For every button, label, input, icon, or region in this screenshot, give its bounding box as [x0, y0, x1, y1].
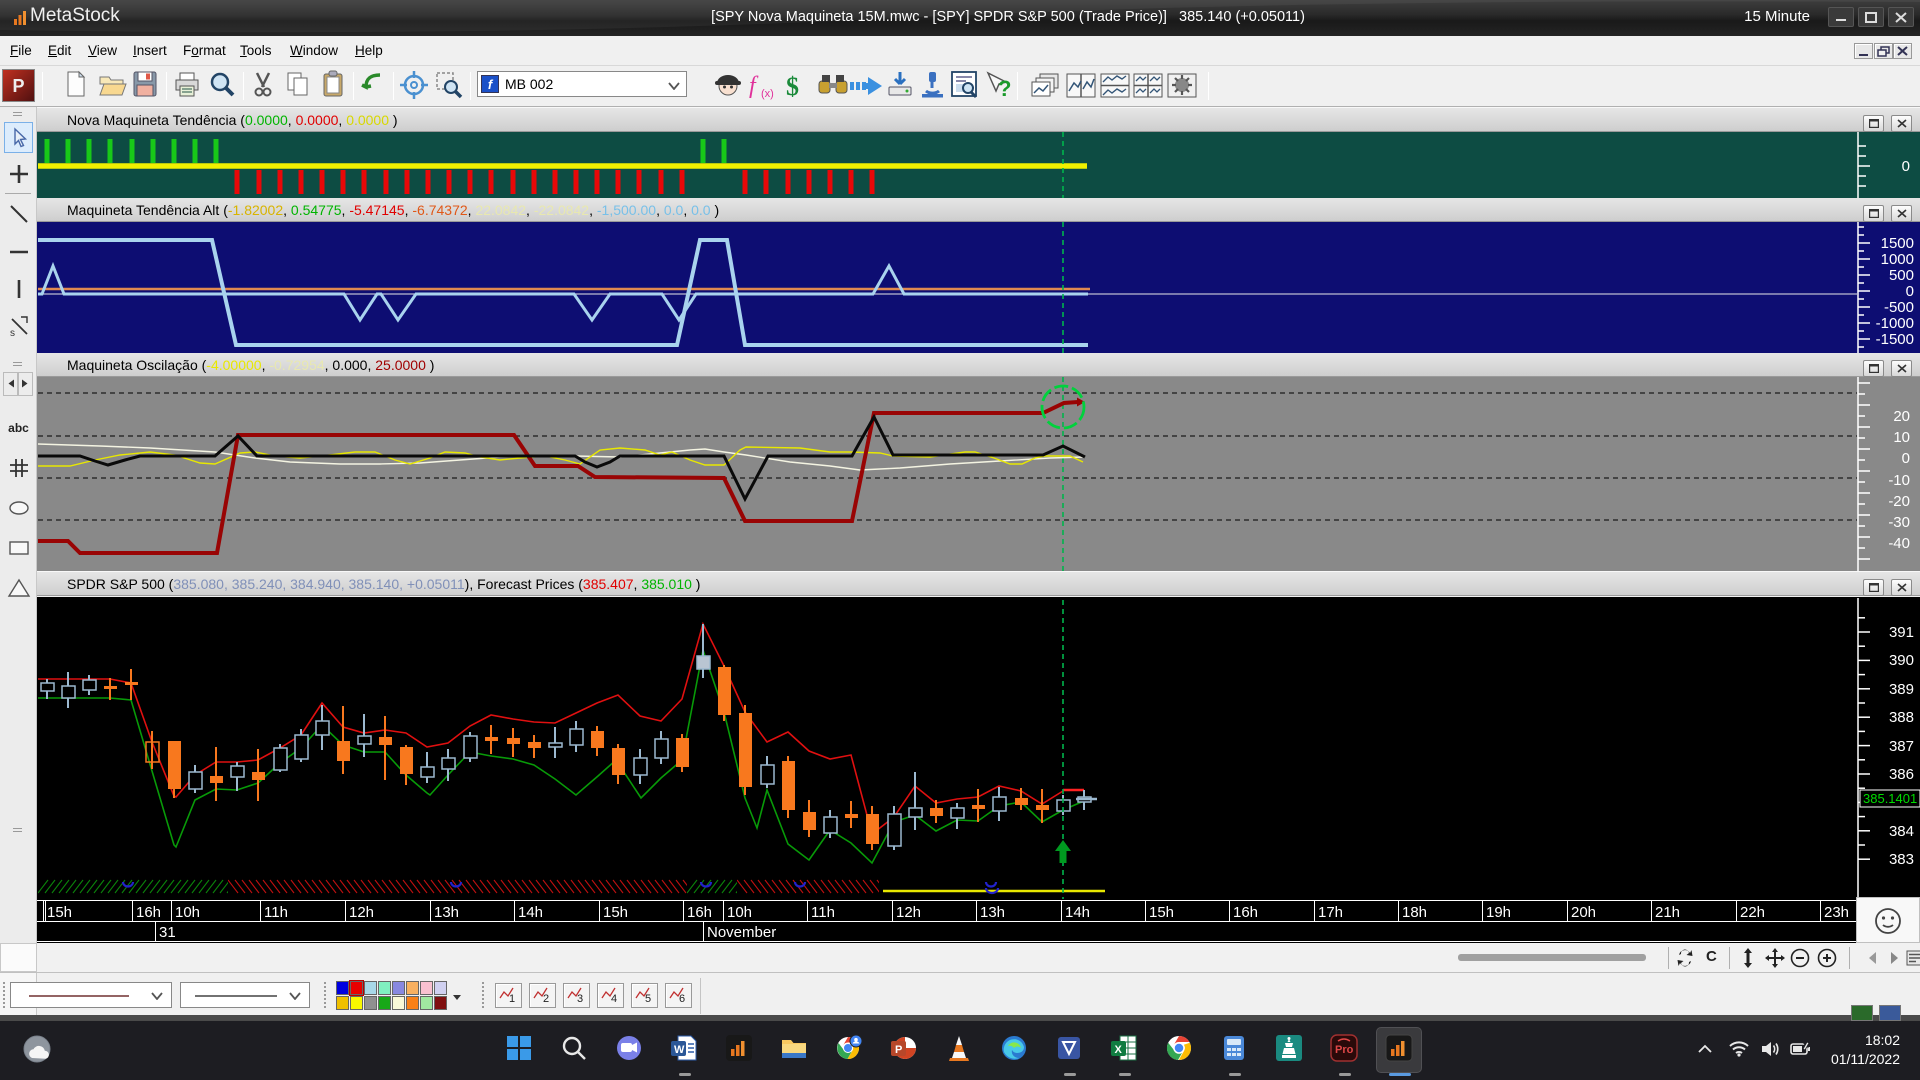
svg-text:385.1401: 385.1401: [1863, 791, 1917, 806]
svg-text:-1500: -1500: [1876, 331, 1914, 348]
svg-text:23h: 23h: [1824, 904, 1849, 921]
svg-text:10h: 10h: [175, 904, 200, 921]
svg-text:13h: 13h: [980, 904, 1005, 921]
svg-text:391: 391: [1889, 624, 1914, 641]
svg-text:383: 383: [1889, 851, 1914, 868]
svg-text:-20: -20: [1888, 493, 1910, 510]
svg-text:P: P: [895, 1044, 902, 1056]
svg-text:16h: 16h: [1233, 904, 1258, 921]
svg-text:18h: 18h: [1402, 904, 1427, 921]
svg-text:-30: -30: [1888, 514, 1910, 531]
svg-text:12h: 12h: [349, 904, 374, 921]
svg-text:500: 500: [1889, 267, 1914, 284]
svg-text:3: 3: [577, 993, 583, 1005]
svg-text:17h: 17h: [1318, 904, 1343, 921]
svg-text:387: 387: [1889, 738, 1914, 755]
svg-text:11h: 11h: [264, 904, 288, 921]
svg-text:31: 31: [159, 924, 176, 941]
svg-text:f: f: [749, 73, 759, 99]
svg-text:14h: 14h: [1065, 904, 1090, 921]
svg-text:4: 4: [611, 993, 617, 1005]
svg-text:-1000: -1000: [1876, 315, 1914, 332]
svg-text:16h: 16h: [136, 904, 161, 921]
svg-text:5: 5: [645, 993, 651, 1005]
svg-text:(x): (x): [761, 88, 774, 100]
svg-text:19h: 19h: [1486, 904, 1511, 921]
svg-text:2: 2: [543, 993, 549, 1005]
svg-text:6: 6: [679, 993, 685, 1005]
svg-text:20: 20: [1893, 408, 1910, 425]
svg-text:389: 389: [1889, 681, 1914, 698]
svg-text:10: 10: [1893, 429, 1910, 446]
svg-text:1: 1: [509, 993, 515, 1005]
svg-text:15h: 15h: [603, 904, 628, 921]
svg-text:W: W: [674, 1044, 685, 1056]
svg-text:10h: 10h: [727, 904, 752, 921]
svg-text:22h: 22h: [1740, 904, 1765, 921]
svg-text:11h: 11h: [811, 904, 835, 921]
svg-text:12h: 12h: [896, 904, 921, 921]
svg-text:November: November: [707, 924, 776, 941]
svg-text:15h: 15h: [1149, 904, 1174, 921]
svg-text:X: X: [1115, 1044, 1123, 1056]
svg-text:386: 386: [1889, 766, 1914, 783]
svg-text:?: ?: [998, 76, 1011, 101]
svg-text:-500: -500: [1884, 299, 1914, 316]
svg-text:21h: 21h: [1655, 904, 1680, 921]
svg-text:0: 0: [1902, 158, 1910, 175]
svg-text:20h: 20h: [1571, 904, 1596, 921]
svg-text:16h: 16h: [687, 904, 712, 921]
svg-text:-10: -10: [1888, 472, 1910, 489]
svg-text:Pro: Pro: [1335, 1044, 1354, 1056]
svg-text:0: 0: [1906, 283, 1914, 300]
svg-text:$: $: [786, 72, 799, 101]
svg-text:13h: 13h: [434, 904, 459, 921]
svg-text:1000: 1000: [1881, 251, 1914, 268]
svg-text:384: 384: [1889, 823, 1914, 840]
svg-text:388: 388: [1889, 709, 1914, 726]
svg-text:s: s: [10, 328, 15, 337]
svg-text:-40: -40: [1888, 535, 1910, 552]
svg-text:15h: 15h: [47, 904, 72, 921]
svg-text:14h: 14h: [518, 904, 543, 921]
svg-text:1500: 1500: [1881, 235, 1914, 252]
svg-text:0: 0: [1902, 450, 1910, 467]
svg-text:390: 390: [1889, 652, 1914, 669]
